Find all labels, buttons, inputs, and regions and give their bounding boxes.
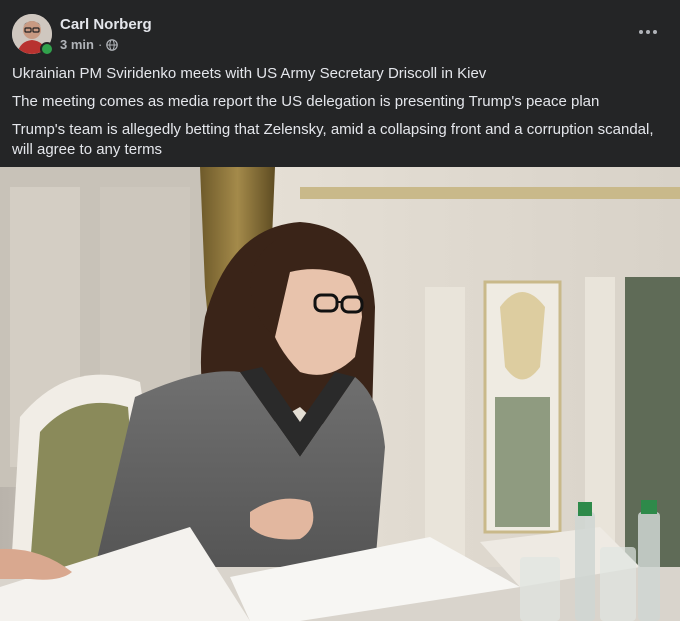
- more-options-button[interactable]: [634, 22, 662, 42]
- post-card: Carl Norberg 3 min · Ukrainian PM Svirid…: [0, 0, 680, 621]
- post-text: Ukrainian PM Sviridenko meets with US Ar…: [12, 64, 672, 168]
- meta-separator: ·: [97, 37, 103, 52]
- post-time[interactable]: 3 min: [60, 37, 94, 53]
- globe-icon: [106, 39, 119, 51]
- post-line-1: Ukrainian PM Sviridenko meets with US Ar…: [12, 65, 487, 82]
- post-line-2: The meeting comes as media report the US…: [12, 93, 600, 110]
- post-header: Carl Norberg 3 min ·: [0, 0, 680, 60]
- post-meta: 3 min ·: [60, 37, 119, 53]
- author-name[interactable]: Carl Norberg: [60, 16, 152, 34]
- post-photo[interactable]: [0, 167, 680, 621]
- more-horizontal-icon: [639, 30, 643, 34]
- online-status-dot: [40, 42, 54, 56]
- post-line-3: Trump's team is allegedly betting that Z…: [12, 121, 654, 158]
